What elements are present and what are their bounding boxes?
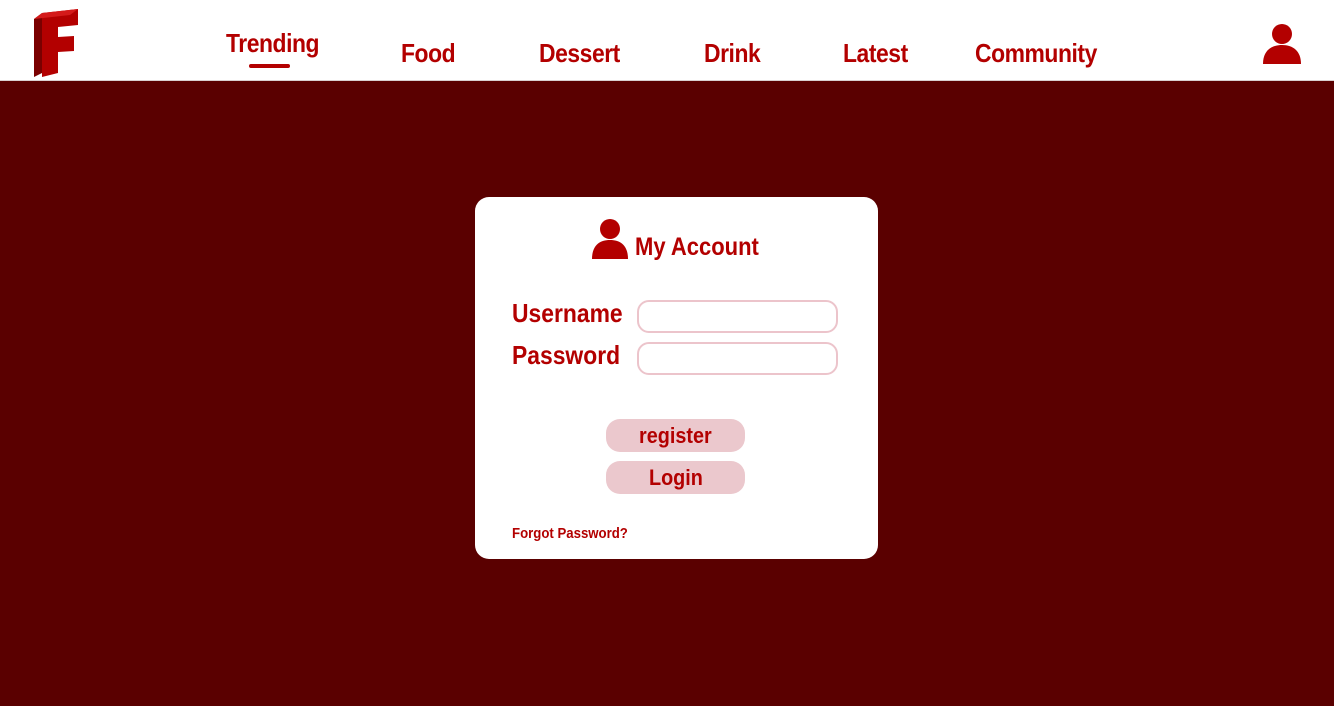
username-label: Username xyxy=(512,298,623,328)
account-user-icon[interactable] xyxy=(1263,24,1301,64)
login-button-label: Login xyxy=(648,464,703,490)
nav-trending[interactable]: Trending xyxy=(226,28,320,59)
login-button[interactable]: Login xyxy=(606,461,745,494)
username-input[interactable] xyxy=(637,300,838,333)
register-button[interactable]: register xyxy=(606,419,745,452)
card-title: My Account xyxy=(635,233,759,261)
nav-drink[interactable]: Drink xyxy=(704,38,761,69)
forgot-password-link[interactable]: Forgot Password? xyxy=(512,525,628,542)
user-icon xyxy=(592,219,628,259)
register-button-label: register xyxy=(639,422,712,448)
password-label: Password xyxy=(512,340,621,370)
top-navigation-bar: Trending Food Dessert Drink Latest Commu… xyxy=(0,0,1334,81)
nav-latest[interactable]: Latest xyxy=(843,38,908,69)
nav-dessert[interactable]: Dessert xyxy=(539,38,620,69)
login-card: My Account Username Password register Lo… xyxy=(475,197,878,559)
logo-f-icon[interactable] xyxy=(34,9,80,79)
password-input[interactable] xyxy=(637,342,838,375)
nav-food[interactable]: Food xyxy=(401,38,456,69)
nav-community[interactable]: Community xyxy=(975,38,1097,69)
nav-active-indicator xyxy=(249,64,290,68)
